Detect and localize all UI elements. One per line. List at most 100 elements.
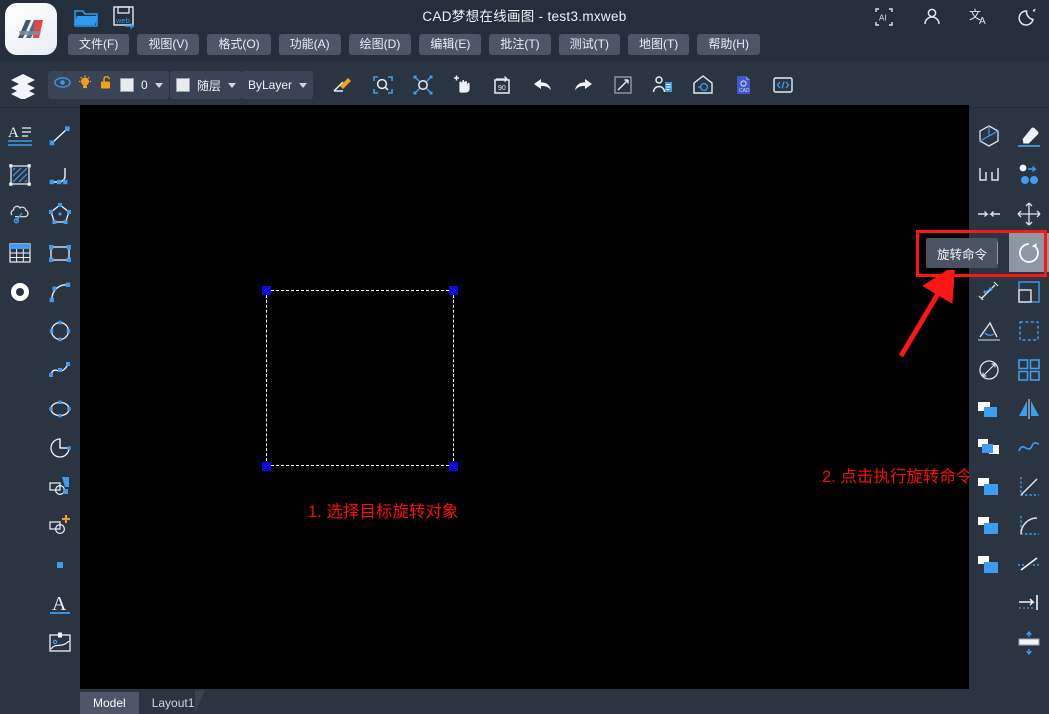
- selection-grip-bottom-right[interactable]: [449, 462, 458, 471]
- move-copy-icon[interactable]: [969, 506, 1009, 545]
- hatch-tool[interactable]: [0, 155, 40, 194]
- polygon-tool[interactable]: [40, 194, 80, 233]
- fillet-icon[interactable]: [1009, 467, 1049, 506]
- erase-icon[interactable]: [1009, 116, 1049, 155]
- scroll-down-icon[interactable]: [1009, 623, 1049, 662]
- eye-icon[interactable]: [54, 76, 71, 94]
- tab-strip-edge: [195, 690, 205, 712]
- menu-view[interactable]: 视图(V): [137, 34, 199, 55]
- spline-tool[interactable]: [40, 350, 80, 389]
- svg-text:90: 90: [498, 85, 506, 92]
- language-icon[interactable]: 文 A: [969, 6, 991, 28]
- explode-icon[interactable]: [1009, 155, 1049, 194]
- pie-slice-tool[interactable]: [40, 428, 80, 467]
- redo-icon[interactable]: [568, 70, 598, 100]
- single-text-tool[interactable]: A: [40, 584, 80, 623]
- menu-format[interactable]: 格式(O): [207, 34, 270, 55]
- diameter-dimension-icon[interactable]: [969, 350, 1009, 389]
- create-block-tool[interactable]: [40, 506, 80, 545]
- pan-icon[interactable]: [448, 70, 478, 100]
- radius-dimension-icon[interactable]: [969, 389, 1009, 428]
- point-tool[interactable]: [40, 545, 80, 584]
- layer-dropdown-caret[interactable]: [155, 83, 163, 88]
- object-color-caret[interactable]: [228, 83, 236, 88]
- zoom-extents-icon[interactable]: [408, 70, 438, 100]
- code-view-icon[interactable]: [768, 70, 798, 100]
- mirror-icon[interactable]: [1009, 389, 1049, 428]
- measure-distance-icon[interactable]: [608, 70, 638, 100]
- dark-mode-icon[interactable]: [1017, 6, 1039, 28]
- trim-icon[interactable]: [1009, 545, 1049, 584]
- zoom-window-icon[interactable]: [368, 70, 398, 100]
- menu-help[interactable]: 帮助(H): [697, 34, 760, 55]
- menu-draw[interactable]: 绘图(D): [349, 34, 412, 55]
- angular-dimension-icon[interactable]: [969, 311, 1009, 350]
- selection-grip-top-right[interactable]: [449, 286, 458, 295]
- rotate-command-tooltip: 旋转命令: [926, 238, 998, 268]
- chamfer-icon[interactable]: [1009, 506, 1049, 545]
- arc-tool[interactable]: [40, 272, 80, 311]
- menu-function[interactable]: 功能(A): [279, 34, 341, 55]
- home-view-icon[interactable]: [688, 70, 718, 100]
- object-color-group[interactable]: 随层: [170, 71, 242, 99]
- break-at-point-icon[interactable]: [969, 155, 1009, 194]
- undo-icon[interactable]: [528, 70, 558, 100]
- copy-object-icon[interactable]: [969, 428, 1009, 467]
- unlock-icon[interactable]: [99, 75, 113, 95]
- ai-icon[interactable]: AI: [873, 6, 895, 28]
- revision-cloud-tool[interactable]: [0, 194, 40, 233]
- linetype-caret[interactable]: [299, 83, 307, 88]
- menu-bar: 文件(F) 视图(V) 格式(O) 功能(A) 绘图(D) 编辑(E) 批注(T…: [68, 34, 760, 55]
- array-icon[interactable]: [1009, 350, 1049, 389]
- object-color-swatch[interactable]: [176, 78, 190, 92]
- user-account-icon[interactable]: [921, 6, 943, 28]
- left-tool-panel: A: [0, 108, 80, 714]
- user-info-icon[interactable]: [648, 70, 678, 100]
- donut-tool[interactable]: [0, 272, 40, 311]
- edit-properties-icon[interactable]: [328, 70, 358, 100]
- current-layer-name: 0: [141, 78, 148, 92]
- menu-file[interactable]: 文件(F): [68, 34, 129, 55]
- insert-block-tool[interactable]: [40, 467, 80, 506]
- extend-icon[interactable]: [1009, 584, 1049, 623]
- drawing-canvas[interactable]: 1. 选择目标旋转对象 2. 点击执行旋转命令: [80, 105, 969, 689]
- mirror-copy-icon[interactable]: [969, 545, 1009, 584]
- right-tool-column-b: [1009, 108, 1049, 662]
- layers-icon[interactable]: [9, 71, 37, 99]
- toolbar-icon-strip: 90: [322, 71, 804, 99]
- polyline-arc-tool[interactable]: [40, 155, 80, 194]
- rotate-view-90-icon[interactable]: 90: [488, 70, 518, 100]
- insert-image-tool[interactable]: [40, 623, 80, 662]
- linetype-value: ByLayer: [248, 78, 292, 92]
- menu-annotate[interactable]: 批注(T): [489, 34, 550, 55]
- selection-grip-top-left[interactable]: [262, 286, 271, 295]
- join-icon[interactable]: [969, 194, 1009, 233]
- menu-edit[interactable]: 编辑(E): [419, 34, 481, 55]
- selection-grip-bottom-left[interactable]: [262, 462, 271, 471]
- right-tool-column-a: [969, 108, 1009, 584]
- rectangle-tool[interactable]: [40, 233, 80, 272]
- layer-color-swatch[interactable]: [120, 78, 134, 92]
- lightbulb-icon[interactable]: [78, 75, 92, 95]
- tooltip-divider: [997, 242, 998, 264]
- isometric-view-icon[interactable]: [969, 116, 1009, 155]
- align-dimension-icon[interactable]: [969, 272, 1009, 311]
- circle-tool[interactable]: [40, 311, 80, 350]
- linetype-group[interactable]: ByLayer: [242, 71, 313, 99]
- move-icon[interactable]: [1009, 194, 1049, 233]
- line-tool[interactable]: [40, 116, 80, 155]
- ellipse-tool[interactable]: [40, 389, 80, 428]
- spline-edit-icon[interactable]: [1009, 428, 1049, 467]
- table-tool[interactable]: [0, 233, 40, 272]
- svg-text:A: A: [8, 125, 19, 141]
- stretch-icon[interactable]: [1009, 311, 1049, 350]
- cad-file-icon[interactable]: CAD: [728, 70, 758, 100]
- scale-icon[interactable]: [1009, 272, 1049, 311]
- tab-model[interactable]: Model: [80, 692, 139, 714]
- multiline-text-tool[interactable]: A: [0, 116, 40, 155]
- selected-rectangle[interactable]: [266, 290, 454, 466]
- menu-map[interactable]: 地图(T): [628, 34, 689, 55]
- rotate-command-button[interactable]: [1009, 233, 1049, 272]
- menu-test[interactable]: 测试(T): [559, 34, 620, 55]
- offset-icon[interactable]: [969, 467, 1009, 506]
